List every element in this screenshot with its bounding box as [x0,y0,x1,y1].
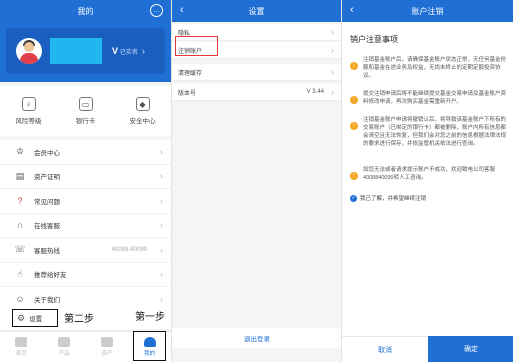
crown-icon: ♔ [15,146,25,157]
menu-item-recommend[interactable]: ☝ 推荐给好友 › [0,263,171,287]
menu-item-hotline[interactable]: ☏ 客服热线 40088-40099 › [0,238,171,263]
products-icon [58,337,71,347]
chevron-right-icon: › [142,46,146,56]
tab-assets[interactable]: 资产 [86,332,129,362]
profile-card[interactable]: V 已实名 › [6,28,165,74]
account-cancel-header: ‹ 账户注销 [342,0,513,22]
cancel-button[interactable]: 取消 [342,336,428,362]
home-icon [15,337,28,347]
settings-highlight: ⚙ 设置 [12,309,58,327]
tool-security-center[interactable]: ◆ 安全中心 [114,86,171,136]
chevron-right-icon: › [331,87,334,97]
tab-products[interactable]: 产品 [43,332,86,362]
footer-buttons: 取消 确定 [342,336,513,362]
gear-icon: ⚙ [17,312,26,323]
settings-panel: ‹ 设置 隐私 › 注销账户 › 清理缓存 › 版本号 V 3.44 › 退出登… [171,0,341,362]
my-menu-list: ♔ 会员中心 › ▤ 资产证明 › ? 常见问题 › ∩ 在线客服 › ☏ 客服 [0,140,171,312]
verified-icon: V [112,46,119,56]
back-arrow-icon[interactable]: ‹ [180,4,184,16]
version-value: V 3.44 [306,89,324,95]
hotline-number: 40088-40099 [111,246,147,253]
check-icon: ✓ [350,194,357,202]
menu-item-member-center[interactable]: ♔ 会员中心 › [0,140,171,165]
chevron-right-icon: › [160,171,163,182]
info-icon: ! [350,122,358,130]
message-icon[interactable]: … [150,4,163,17]
menu-item-online-service[interactable]: ∩ 在线客服 › [0,214,171,238]
info-icon: ! [350,96,358,104]
phone-icon: ☏ [14,244,26,255]
question-icon: ? [17,195,23,206]
headset-icon: ∩ [16,220,24,231]
menu-item-faq[interactable]: ? 常见问题 › [0,189,171,214]
tool-bank-card[interactable]: ▭ 银行卡 [57,86,114,136]
notice-item: ! 如您无法或者请求提示账户不成功，欢迎致电公司客服4008840099转人工咨… [350,166,508,182]
chevron-right-icon: › [160,244,163,255]
logout-button[interactable]: 退出登录 [172,328,341,348]
account-cancel-panel: ‹ 账户注销 销户注意事项 ! 注销基金账户后，请确保基金账户状态正常，无任何基… [341,0,513,362]
page-title: 我的 [77,6,94,16]
step-two-annotation: 第二步 [64,314,94,325]
chevron-right-icon: › [160,220,163,231]
tab-mine-highlight [133,331,166,361]
tab-home[interactable]: 首页 [0,332,43,362]
settings-row-version: 版本号 V 3.44 › [172,84,341,101]
chevron-right-icon: › [331,27,334,37]
bank-card-icon: ▭ [78,97,93,111]
my-page-header: 我的 … [0,0,171,22]
security-center-icon: ◆ [135,97,150,111]
page-title: 账户注销 [411,6,444,16]
smile-icon: ☺ [15,293,25,304]
certificate-icon: ▤ [15,170,25,181]
chevron-right-icon: › [331,45,334,55]
avatar [16,38,42,64]
my-page-panel: 我的 … V 已实名 › ♀ 风险等级 ▭ 银行卡 ◆ 安全中心 ♔ 会员中心 … [0,0,171,362]
settings-header: ‹ 设置 [172,0,341,22]
assets-icon [100,337,113,347]
agree-checkbox[interactable]: ✓ 我已了解，并希望继续注销 [350,194,426,202]
info-icon: ! [350,172,358,180]
notice-item: ! 注销基金账户后，请确保基金账户状态正常，无任何基金份额和基金在途业务及权益，… [350,56,508,80]
notice-body: 销户注意事项 ! 注销基金账户后，请确保基金账户状态正常，无任何基金份额和基金在… [342,22,513,336]
settings-row-clear-cache[interactable]: 清理缓存 › [172,64,341,81]
section-title: 销户注意事项 [350,35,398,44]
info-icon: ! [350,62,358,70]
username-redacted [50,38,102,64]
chevron-right-icon: › [160,195,163,206]
quick-tools: ♀ 风险等级 ▭ 银行卡 ◆ 安全中心 [0,86,171,136]
notice-item: ! 提交注销申请后将不能继续提交基金交易申请及基金账户资料修改申请，再次购买基金… [350,90,508,106]
chevron-right-icon: › [160,293,163,304]
confirm-button[interactable]: 确定 [428,336,513,362]
screenshot: 我的 … V 已实名 › ♀ 风险等级 ▭ 银行卡 ◆ 安全中心 ♔ 会员中心 … [0,0,513,362]
notice-item: ! 注销基金账户申请将撤销认后，将导致该基金账户下所有的交易账户（已绑定的银行卡… [350,116,508,148]
back-arrow-icon[interactable]: ‹ [350,4,354,16]
cancel-account-highlight [175,36,218,56]
thumbs-up-icon: ☝ [17,268,23,279]
menu-item-asset-proof[interactable]: ▤ 资产证明 › [0,165,171,189]
tool-risk-level[interactable]: ♀ 风险等级 [0,86,57,136]
chevron-right-icon: › [160,146,163,157]
page-title: 设置 [248,6,265,16]
chevron-right-icon: › [331,67,334,77]
chevron-right-icon: › [160,269,163,280]
step-one-annotation: 第一步 [135,312,165,323]
risk-level-icon: ♀ [21,97,36,111]
verify-badge: V 已实名 › [112,46,146,56]
profile-banner: V 已实名 › [0,22,171,82]
